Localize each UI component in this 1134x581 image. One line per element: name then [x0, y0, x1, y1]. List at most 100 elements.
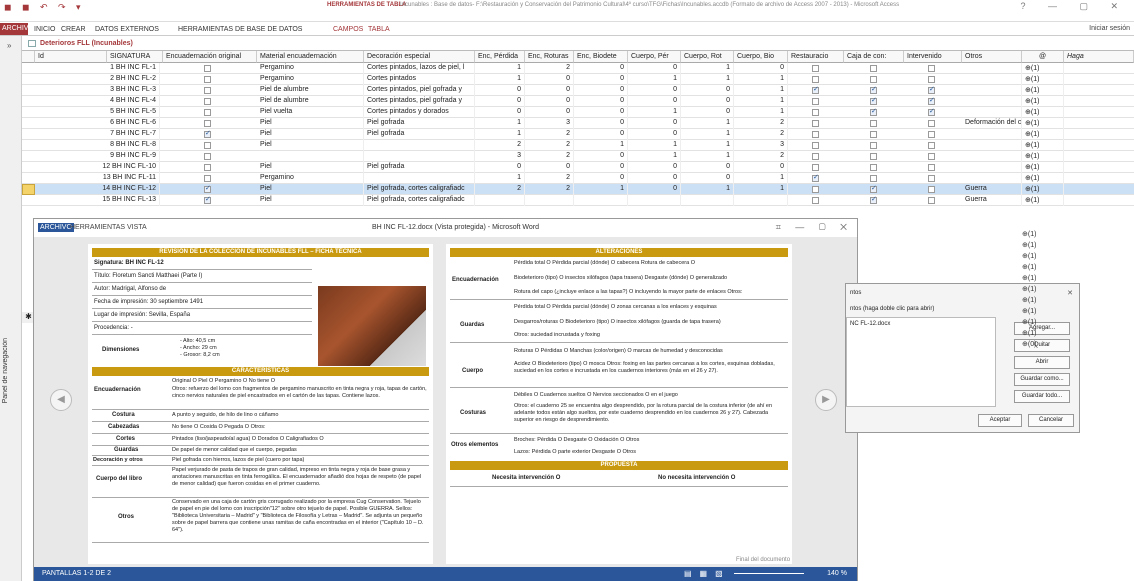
attachment-list[interactable]: NC FL-12.docx	[846, 317, 996, 407]
cell-decoracion[interactable]: Cortes pintados y dorados	[364, 107, 475, 118]
next-screen-icon[interactable]: ▶	[815, 389, 837, 411]
cell-cuerpo-bio[interactable]: 2	[734, 118, 788, 129]
cell-cuerpo-bio[interactable]	[734, 195, 788, 206]
window-controls[interactable]: ? — ▢ ✕	[1020, 1, 1128, 12]
cell-cuerpo-per[interactable]: 0	[628, 96, 681, 107]
dialog-close-icon[interactable]: ✕	[1067, 289, 1073, 297]
cell-enc-perdida[interactable]: 1	[475, 118, 525, 129]
table-row[interactable]: 9 BH INC FL-9 3 2 0 1 1 2 ⊕(1)	[22, 151, 1134, 162]
cell-enc-roturas[interactable]: 2	[525, 129, 574, 140]
cell-attachment[interactable]: ⊕(1)	[1022, 63, 1064, 74]
cell-material[interactable]: Piel de alumbre	[257, 85, 364, 96]
checkbox-enc-original[interactable]	[204, 120, 211, 127]
checkbox-intervenido[interactable]	[928, 164, 935, 171]
cell-attachment[interactable]: ⊕(1)	[1022, 195, 1064, 206]
cell-enc-biodete[interactable]: 0	[574, 96, 628, 107]
cell-enc-roturas[interactable]: 2	[525, 151, 574, 162]
cell-enc-perdida[interactable]: 3	[475, 151, 525, 162]
column-header-attachment[interactable]: @	[1022, 51, 1064, 63]
checkbox-caja[interactable]	[870, 131, 877, 138]
checkbox-intervenido[interactable]	[928, 153, 935, 160]
cell-otros[interactable]	[962, 74, 1022, 85]
column-header-enc-perdida[interactable]: Enc, Pérdida	[475, 51, 525, 63]
cell-decoracion[interactable]	[364, 151, 475, 162]
checkbox-restauracion[interactable]	[812, 85, 819, 94]
column-header-cuerpo-bio[interactable]: Cuerpo, Bio	[734, 51, 788, 63]
cell-enc-roturas[interactable]: 2	[525, 173, 574, 184]
cell-enc-roturas[interactable]: 0	[525, 107, 574, 118]
cell-material[interactable]: Piel	[257, 140, 364, 151]
checkbox-enc-original[interactable]	[204, 184, 211, 193]
cell-attachment[interactable]: ⊕(1)	[1022, 74, 1064, 85]
cell-decoracion[interactable]	[364, 173, 475, 184]
cell-material[interactable]: Piel	[257, 118, 364, 129]
cell-cuerpo-bio[interactable]: 1	[734, 85, 788, 96]
open-attachment-button[interactable]: Abrir	[1014, 356, 1070, 369]
checkbox-restauracion[interactable]	[812, 120, 819, 127]
column-header-restauracion[interactable]: Restauracio	[788, 51, 844, 63]
cell-signatura[interactable]: 6 BH INC FL-6	[35, 118, 160, 129]
checkbox-intervenido[interactable]	[928, 175, 935, 182]
table-row[interactable]: 14 BH INC FL-12 PielPiel gofrada, cortes …	[22, 184, 1134, 195]
row-selector-header[interactable]	[22, 51, 35, 63]
cell-decoracion[interactable]	[364, 140, 475, 151]
checkbox-restauracion[interactable]	[812, 65, 819, 72]
cell-cuerpo-per[interactable]: 1	[628, 107, 681, 118]
checkbox-enc-original[interactable]	[204, 153, 211, 160]
attachment-count[interactable]: ⊕(1)	[1022, 296, 1036, 304]
cell-decoracion[interactable]: Piel gofrada	[364, 162, 475, 173]
cell-decoracion[interactable]: Cortes pintados, piel gofrada y	[364, 96, 475, 107]
word-tab-vista[interactable]: VISTA	[127, 224, 147, 231]
cell-otros[interactable]	[962, 140, 1022, 151]
cell-cuerpo-per[interactable]: 0	[628, 129, 681, 140]
checkbox-intervenido[interactable]	[928, 107, 935, 116]
checkbox-intervenido[interactable]	[928, 120, 935, 127]
checkbox-caja[interactable]	[870, 85, 877, 94]
cell-decoracion[interactable]: Piel gofrada, cortes caligrafiadc	[364, 184, 475, 195]
cell-otros[interactable]	[962, 107, 1022, 118]
checkbox-caja[interactable]	[870, 65, 877, 72]
cell-decoracion[interactable]: Piel gofrada	[364, 118, 475, 129]
ok-button[interactable]: Aceptar	[978, 414, 1022, 427]
checkbox-intervenido[interactable]	[928, 96, 935, 105]
column-header-id[interactable]: Id	[35, 51, 107, 63]
cell-signatura[interactable]: 9 BH INC FL-9	[35, 151, 160, 162]
cell-otros[interactable]	[962, 85, 1022, 96]
column-header-enc-roturas[interactable]: Enc, Roturas	[525, 51, 574, 63]
cell-material[interactable]	[257, 151, 364, 162]
checkbox-intervenido[interactable]	[928, 142, 935, 149]
cell-decoracion[interactable]: Piel gofrada, cortes caligrafiadc	[364, 195, 475, 206]
cell-attachment[interactable]: ⊕(1)	[1022, 140, 1064, 151]
cell-enc-biodete[interactable]: 0	[574, 63, 628, 74]
cell-otros[interactable]	[962, 151, 1022, 162]
checkbox-restauracion[interactable]	[812, 131, 819, 138]
column-header-add-field[interactable]: Haga	[1064, 51, 1134, 63]
cell-signatura[interactable]: 5 BH INC FL-5	[35, 107, 160, 118]
checkbox-restauracion[interactable]	[812, 186, 819, 193]
cell-cuerpo-per[interactable]: 0	[628, 162, 681, 173]
checkbox-restauracion[interactable]	[812, 142, 819, 149]
checkbox-caja[interactable]	[870, 76, 877, 83]
cell-material[interactable]: Piel de alumbre	[257, 96, 364, 107]
checkbox-restauracion[interactable]	[812, 98, 819, 105]
table-row[interactable]: 3 BH INC FL-3 Piel de alumbre Cortes pinta…	[22, 85, 1134, 96]
word-tab-herramientas[interactable]: HERRAMIENTAS	[70, 224, 125, 231]
cell-cuerpo-rot[interactable]	[681, 195, 734, 206]
word-window-controls[interactable]: ⌗ — ▢ ✕	[776, 222, 853, 233]
cell-cuerpo-per[interactable]: 0	[628, 118, 681, 129]
cell-cuerpo-rot[interactable]: 0	[681, 96, 734, 107]
cell-attachment[interactable]: ⊕(1)	[1022, 96, 1064, 107]
table-row[interactable]: 12 BH INC FL-10 Piel Piel gofrada 0 0 0 0 0 0 ⊕(1…	[22, 162, 1134, 173]
tab-tabla[interactable]: TABLA	[368, 26, 390, 33]
cell-cuerpo-rot[interactable]: 0	[681, 173, 734, 184]
cell-enc-roturas[interactable]: 0	[525, 85, 574, 96]
record-selector-edit-icon[interactable]	[22, 184, 35, 195]
cell-cuerpo-bio[interactable]: 2	[734, 129, 788, 140]
cell-cuerpo-rot[interactable]: 1	[681, 140, 734, 151]
attachment-count[interactable]: ⊕(1)	[1022, 318, 1036, 326]
table-row[interactable]: 5 BH INC FL-5 Piel vuelta Cortes pintados …	[22, 107, 1134, 118]
tab-deterioros-table[interactable]: Deterioros FLL (Incunables)	[40, 40, 133, 47]
cell-otros[interactable]	[962, 129, 1022, 140]
cell-cuerpo-bio[interactable]: 3	[734, 140, 788, 151]
cell-enc-perdida[interactable]: 0	[475, 85, 525, 96]
